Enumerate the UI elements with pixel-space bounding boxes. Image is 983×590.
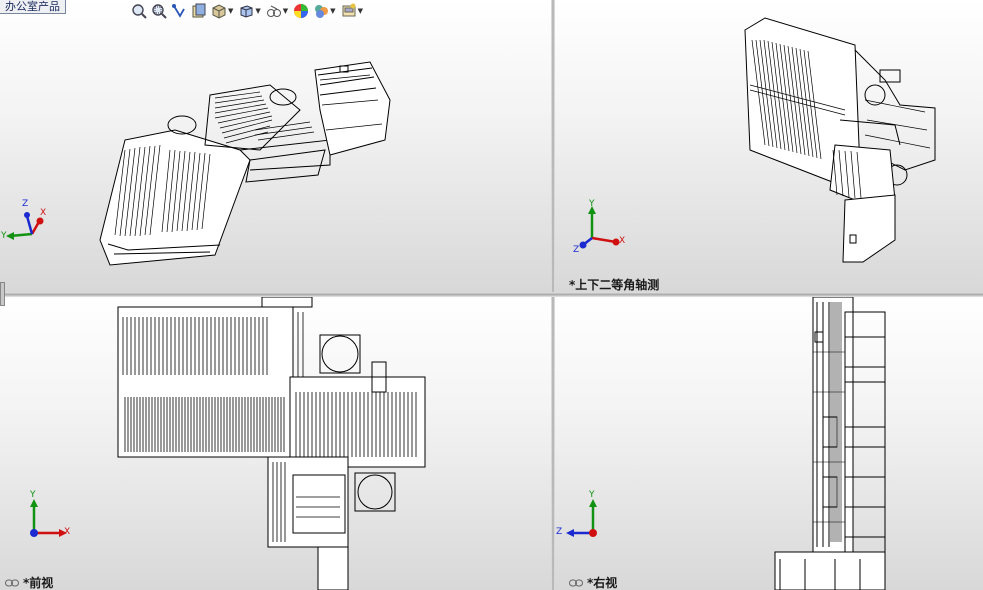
x-axis-label: X xyxy=(40,208,47,218)
y-axis-label: Y xyxy=(1,231,7,241)
y-axis-label: Y xyxy=(30,490,36,500)
coordinate-triad xyxy=(566,499,597,537)
panel-collapse-handle[interactable] xyxy=(0,282,5,306)
view-label-right: *右视 xyxy=(569,574,617,590)
x-axis-label: X xyxy=(619,236,626,246)
view-name-label: *前视 xyxy=(23,576,54,590)
z-axis-arrow xyxy=(25,215,34,235)
viewport-top-left[interactable]: 办公室产品 ▼ ▼ ▼ ▼ ▼ Z X Y xyxy=(0,0,551,292)
z-axis-label: Z xyxy=(573,245,580,255)
viewport-bottom-right[interactable]: Y Z *右视 xyxy=(555,297,983,590)
z-axis-label: Z xyxy=(556,527,563,537)
coordinate-triad xyxy=(30,499,67,537)
z-axis-label: Z xyxy=(22,199,29,209)
y-axis-label: Y xyxy=(589,490,595,500)
link-views-icon[interactable] xyxy=(569,579,583,587)
viewport-top-right[interactable]: Y X Z *上下二等角轴测 xyxy=(555,0,983,292)
x-axis-label: X xyxy=(64,527,71,537)
view-name-label: *右视 xyxy=(587,576,618,590)
view-name-label: *上下二等角轴测 xyxy=(569,278,660,292)
y-axis-label: Y xyxy=(589,199,595,209)
horizontal-viewport-splitter[interactable] xyxy=(0,292,983,297)
link-views-icon[interactable] xyxy=(5,579,19,587)
model-isometric-view[interactable] xyxy=(0,0,551,292)
coordinate-triad xyxy=(579,206,620,249)
coordinate-triad xyxy=(6,212,44,240)
viewport-bottom-left[interactable]: Y X *前视 xyxy=(0,297,551,590)
view-label-front: *前视 xyxy=(5,574,53,590)
